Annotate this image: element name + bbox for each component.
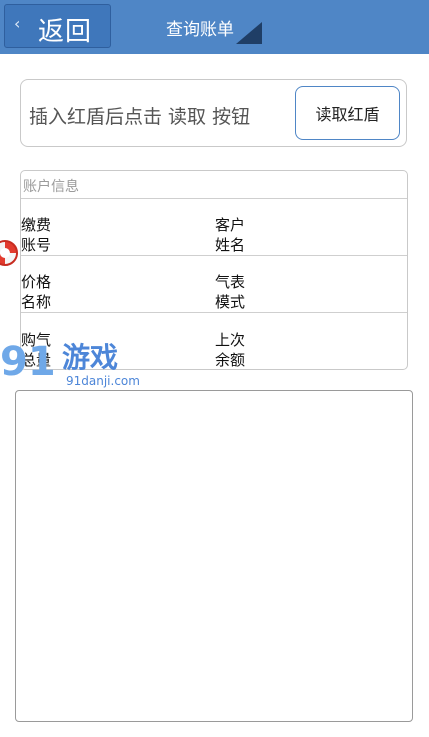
read-card-button[interactable]: 读取红盾 (295, 86, 400, 140)
field-label-payment-account: 缴费账号 (21, 216, 52, 254)
field-label-last-balance: 上次余额 (215, 331, 246, 369)
field-label-price-name: 价格名称 (21, 273, 52, 311)
corner-triangle-icon (236, 22, 262, 44)
bill-output-area[interactable] (15, 390, 413, 722)
top-bar: ‹ 返回 查询账单 (0, 0, 429, 54)
divider (21, 198, 407, 199)
divider (21, 312, 407, 313)
field-label-meter-mode: 气表模式 (215, 273, 246, 311)
read-hint-text: 插入红盾后点击 读取 按钮 (29, 106, 251, 128)
page-title: 查询账单 (166, 20, 234, 40)
back-label: 返回 (38, 17, 93, 47)
divider (21, 255, 407, 256)
back-button[interactable]: ‹ 返回 (4, 4, 111, 48)
watermark-text: 游戏 (62, 341, 119, 374)
watermark-logo: 91 游戏 91danji.com (0, 340, 140, 392)
read-card-panel: 插入红盾后点击 读取 按钮 读取红盾 (20, 79, 407, 147)
account-info-title: 账户信息 (23, 179, 79, 195)
chevron-left-icon: ‹ (14, 14, 21, 33)
watermark-number: 91 (0, 339, 56, 385)
field-label-customer-name: 客户姓名 (215, 216, 246, 254)
lifebuoy-icon (0, 240, 18, 266)
watermark-url: 91danji.com (66, 374, 140, 388)
